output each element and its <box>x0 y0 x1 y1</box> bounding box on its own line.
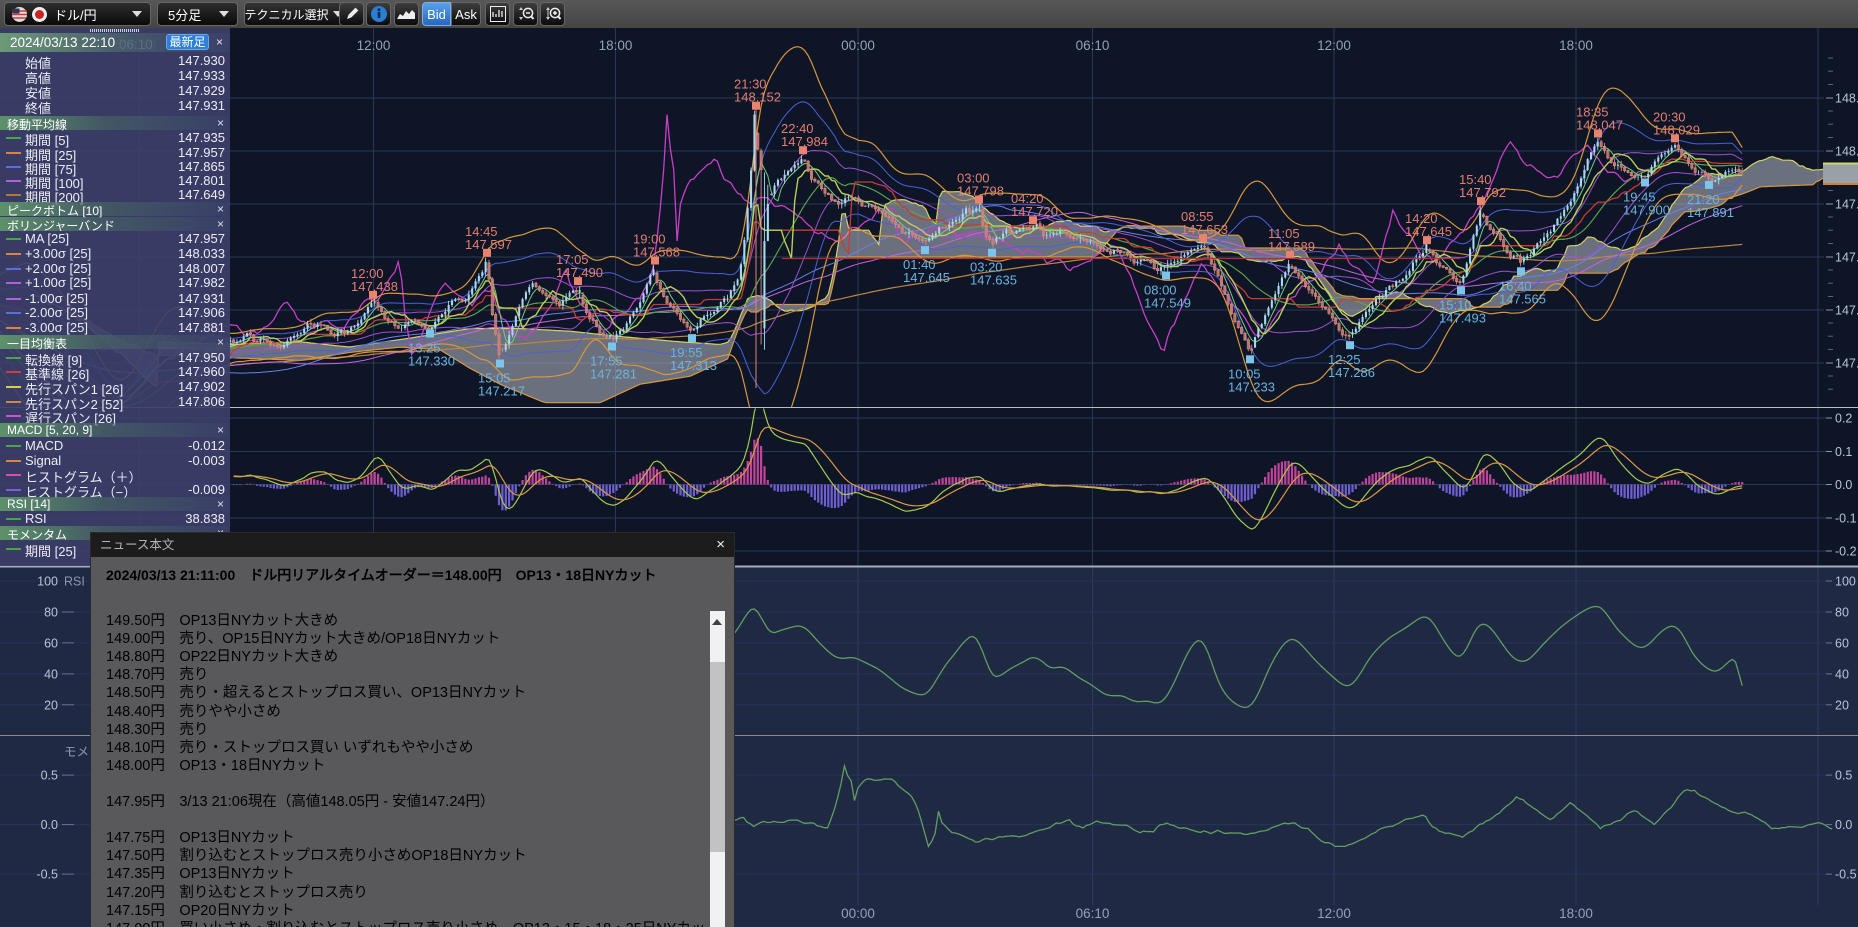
svg-text:147.8: 147.8 <box>1835 198 1858 212</box>
svg-text:12:00: 12:00 <box>357 38 391 53</box>
svg-text:06:10: 06:10 <box>1076 38 1110 53</box>
svg-text:0.0: 0.0 <box>1835 478 1852 492</box>
svg-text:00:00: 00:00 <box>841 38 875 53</box>
svg-text:147.635: 147.635 <box>970 273 1017 288</box>
svg-text:20: 20 <box>1835 698 1849 712</box>
svg-text:40: 40 <box>44 667 58 681</box>
svg-text:147.330: 147.330 <box>408 354 455 369</box>
svg-text:147.720: 147.720 <box>1011 204 1058 219</box>
svg-text:147.589: 147.589 <box>1268 239 1315 254</box>
svg-text:147.653: 147.653 <box>1181 222 1228 237</box>
svg-text:147.900: 147.900 <box>1623 203 1670 218</box>
svg-text:147.313: 147.313 <box>670 358 717 373</box>
svg-text:147.286: 147.286 <box>1328 365 1375 380</box>
svg-text:147.6: 147.6 <box>1835 251 1858 265</box>
svg-text:147.217: 147.217 <box>478 384 525 399</box>
svg-text:147.565: 147.565 <box>1499 291 1546 306</box>
svg-text:0.0: 0.0 <box>41 818 58 832</box>
svg-text:147.597: 147.597 <box>465 237 512 252</box>
svg-text:148.029: 148.029 <box>1653 122 1700 137</box>
svg-text:147.549: 147.549 <box>1144 296 1191 311</box>
svg-text:12:00: 12:00 <box>1317 906 1351 921</box>
svg-text:147.645: 147.645 <box>903 270 950 285</box>
svg-text:148.047: 148.047 <box>1576 118 1623 133</box>
svg-text:100: 100 <box>1835 575 1856 589</box>
svg-text:148.0: 148.0 <box>1835 145 1858 159</box>
svg-text:147.645: 147.645 <box>1405 224 1452 239</box>
svg-text:-0.5: -0.5 <box>1835 868 1857 882</box>
svg-text:06:10: 06:10 <box>1076 906 1110 921</box>
svg-text:12:00: 12:00 <box>1317 38 1351 53</box>
svg-text:100: 100 <box>37 575 58 589</box>
svg-text:147.798: 147.798 <box>957 184 1004 199</box>
svg-text:0.5: 0.5 <box>41 769 58 783</box>
svg-text:147.568: 147.568 <box>633 245 680 260</box>
svg-text:18:00: 18:00 <box>599 38 633 53</box>
svg-text:147.490: 147.490 <box>556 265 603 280</box>
svg-text:148.152: 148.152 <box>734 90 781 105</box>
svg-text:18:00: 18:00 <box>1559 906 1593 921</box>
svg-text:RSI: RSI <box>64 575 85 589</box>
svg-text:147.984: 147.984 <box>781 134 828 149</box>
svg-text:80: 80 <box>44 606 58 620</box>
svg-text:0.1: 0.1 <box>1835 445 1852 459</box>
svg-text:60: 60 <box>1835 636 1849 650</box>
svg-text:-0.5: -0.5 <box>36 868 58 882</box>
svg-text:0.0: 0.0 <box>1835 818 1852 832</box>
svg-text:60: 60 <box>44 636 58 650</box>
svg-text:00:00: 00:00 <box>841 906 875 921</box>
svg-text:147.891: 147.891 <box>1687 205 1734 220</box>
svg-text:80: 80 <box>1835 606 1849 620</box>
svg-text:147.493: 147.493 <box>1439 310 1486 325</box>
svg-text:148.2: 148.2 <box>1835 92 1858 106</box>
svg-text:147.2: 147.2 <box>1835 357 1858 371</box>
svg-text:147.792: 147.792 <box>1459 185 1506 200</box>
svg-text:-0.2: -0.2 <box>1835 545 1857 559</box>
svg-text:0.2: 0.2 <box>1835 412 1852 426</box>
svg-text:147.281: 147.281 <box>590 367 637 382</box>
svg-text:147.438: 147.438 <box>351 279 398 294</box>
svg-text:147.4: 147.4 <box>1835 304 1858 318</box>
svg-text:40: 40 <box>1835 667 1849 681</box>
svg-text:20: 20 <box>44 698 58 712</box>
svg-text:-0.1: -0.1 <box>1835 512 1857 526</box>
svg-text:0.5: 0.5 <box>1835 769 1852 783</box>
svg-text:147.233: 147.233 <box>1228 379 1275 394</box>
svg-text:18:00: 18:00 <box>1559 38 1593 53</box>
